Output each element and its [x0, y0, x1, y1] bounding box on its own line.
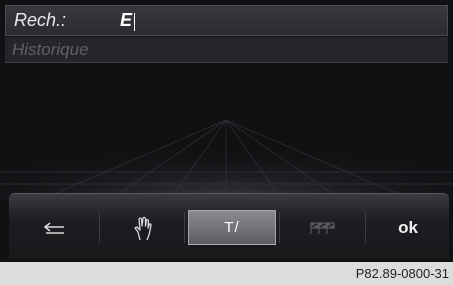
input-toolbar: T/ ok [9, 193, 449, 259]
search-field[interactable]: Rech.: E [5, 5, 448, 36]
checkered-flags-icon [310, 221, 335, 234]
ok-label: ok [398, 217, 418, 237]
ok-button[interactable]: ok [369, 210, 447, 245]
handwriting-hand-icon [134, 216, 152, 240]
handwriting-button[interactable] [105, 210, 181, 245]
text-mode-button[interactable]: T/ [188, 210, 276, 245]
toolbar-separator [99, 212, 100, 243]
toolbar-separator [365, 212, 366, 243]
search-label: Rech.: [14, 10, 67, 30]
figure-reference-code: P82.89-0800-31 [355, 266, 449, 281]
toolbar-separator [279, 212, 280, 243]
toolbar-separator [184, 212, 185, 243]
infotainment-screen: Rech.: E Historique T/ ok [0, 0, 453, 262]
history-label: Historique [12, 40, 89, 59]
back-arrow-icon [44, 221, 64, 234]
figure-caption-bar: P82.89-0800-31 [0, 262, 453, 285]
perspective-floor-grid [0, 120, 453, 200]
destination-flags-button[interactable] [283, 210, 361, 245]
text-cursor [134, 13, 135, 31]
history-list-item[interactable]: Historique [5, 37, 448, 63]
search-input-value[interactable]: E [120, 10, 132, 31]
text-mode-label: T/ [224, 219, 240, 236]
back-button[interactable] [17, 210, 93, 245]
